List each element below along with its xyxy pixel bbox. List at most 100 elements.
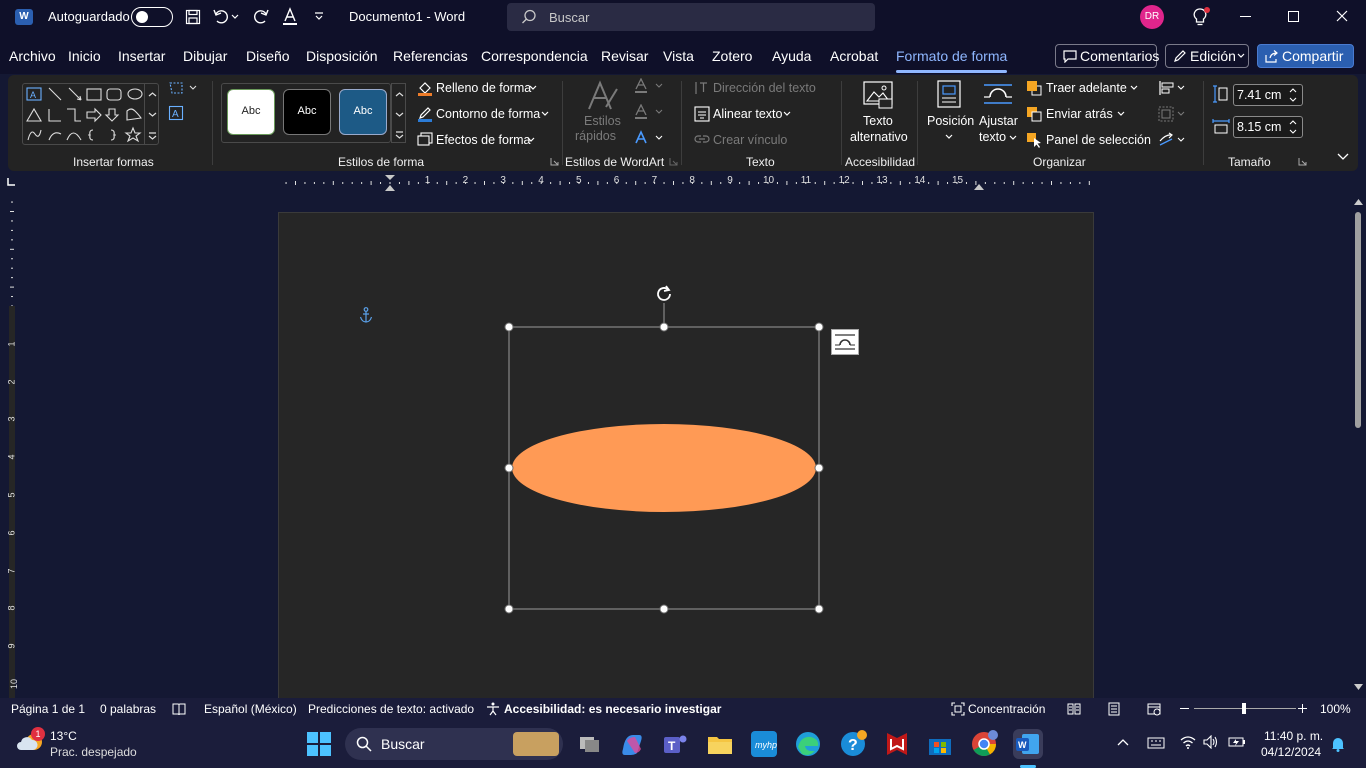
- notification-bell-icon[interactable]: [1331, 736, 1345, 752]
- tab-acrobat[interactable]: Acrobat: [830, 48, 878, 64]
- redo-icon[interactable]: [252, 8, 270, 26]
- outline-pen-icon[interactable]: [417, 106, 433, 122]
- word-count[interactable]: 0 palabras: [100, 702, 156, 716]
- task-view-icon[interactable]: [575, 729, 605, 759]
- shape-effects-icon[interactable]: [417, 132, 433, 146]
- windows-start-icon[interactable]: [307, 732, 331, 756]
- scroll-up-icon[interactable]: [1354, 199, 1363, 205]
- clock-date[interactable]: 04/12/2024: [1261, 745, 1321, 759]
- wifi-icon[interactable]: [1180, 735, 1196, 749]
- style-swatch-black[interactable]: Abc: [283, 89, 331, 135]
- collapse-ribbon-icon[interactable]: [1337, 153, 1349, 161]
- edge-icon[interactable]: [793, 729, 823, 759]
- styles-scroll[interactable]: [391, 83, 406, 143]
- bring-forward-icon[interactable]: [1026, 80, 1042, 96]
- chrome-icon[interactable]: [969, 729, 999, 759]
- rotate-icon[interactable]: [1158, 132, 1188, 148]
- comments-button[interactable]: Comentarios: [1055, 44, 1159, 68]
- file-explorer-icon[interactable]: [705, 729, 735, 759]
- tab-zotero[interactable]: Zotero: [712, 48, 752, 64]
- edit-shape-icon[interactable]: [168, 81, 198, 95]
- tray-overflow-icon[interactable]: [1117, 738, 1129, 746]
- save-icon[interactable]: [185, 9, 201, 25]
- tab-insertar[interactable]: Insertar: [118, 48, 165, 64]
- selection-pane-button[interactable]: Panel de selección: [1046, 133, 1151, 147]
- height-spinner-icon[interactable]: [1288, 85, 1298, 105]
- minimize-icon[interactable]: [1240, 16, 1251, 17]
- keyboard-icon[interactable]: [1147, 737, 1165, 749]
- mcafee-icon[interactable]: [882, 729, 912, 759]
- scroll-down-icon[interactable]: [1354, 684, 1363, 690]
- bring-forward-button[interactable]: Traer adelante: [1046, 81, 1127, 95]
- tab-correspondencia[interactable]: Correspondencia: [481, 48, 588, 64]
- search-input[interactable]: Buscar: [507, 3, 875, 31]
- tab-dibujar[interactable]: Dibujar: [183, 48, 227, 64]
- align-text-icon[interactable]: [694, 106, 710, 122]
- help-app-icon[interactable]: ?: [838, 729, 868, 759]
- share-button[interactable]: Compartir: [1257, 44, 1354, 68]
- dialog-launcher-icon[interactable]: [550, 157, 559, 166]
- alt-text-label[interactable]: alternativo: [850, 130, 908, 144]
- tab-archivo[interactable]: Archivo: [9, 48, 56, 64]
- alt-text-label[interactable]: Texto: [863, 114, 893, 128]
- language-status[interactable]: Español (México): [204, 702, 297, 716]
- dialog-launcher-icon[interactable]: [669, 157, 678, 166]
- layout-options-icon[interactable]: [831, 329, 859, 355]
- print-layout-icon[interactable]: [1107, 702, 1121, 716]
- tab-revisar[interactable]: Revisar: [601, 48, 648, 64]
- volume-icon[interactable]: [1203, 735, 1219, 749]
- anchor-icon[interactable]: [359, 307, 373, 323]
- tab-referencias[interactable]: Referencias: [393, 48, 468, 64]
- hp-app-icon[interactable]: myhp: [749, 729, 779, 759]
- shape-outline-button[interactable]: Contorno de forma: [436, 107, 540, 121]
- proofing-icon[interactable]: [172, 702, 186, 716]
- lightbulb-icon[interactable]: [1190, 7, 1210, 27]
- shape-fill-button[interactable]: Relleno de forma: [436, 81, 531, 95]
- wrap-text-icon[interactable]: [983, 81, 1013, 107]
- wrap-text-label[interactable]: texto: [979, 130, 1006, 144]
- tab-selector-icon[interactable]: [7, 178, 15, 186]
- alt-text-icon[interactable]: [863, 81, 893, 109]
- maximize-icon[interactable]: [1288, 11, 1299, 22]
- customize-toolbar-icon[interactable]: [314, 12, 324, 22]
- autosave-toggle[interactable]: [131, 7, 173, 27]
- selection-pane-icon[interactable]: [1026, 132, 1042, 148]
- dialog-launcher-icon[interactable]: [1298, 157, 1307, 166]
- taskbar-search[interactable]: Buscar: [345, 728, 563, 760]
- read-mode-icon[interactable]: [1067, 702, 1081, 716]
- weather-temperature[interactable]: 13°C: [50, 729, 77, 743]
- text-effects-icon[interactable]: [634, 130, 664, 146]
- send-backward-icon[interactable]: [1026, 106, 1042, 122]
- paint-bucket-icon[interactable]: [417, 80, 433, 96]
- send-backward-button[interactable]: Enviar atrás: [1046, 107, 1113, 121]
- vertical-scrollbar[interactable]: [1350, 194, 1366, 698]
- copilot-icon[interactable]: [617, 729, 647, 759]
- style-swatch-white[interactable]: Abc: [227, 89, 275, 135]
- document-page[interactable]: [278, 212, 1094, 698]
- selected-shape[interactable]: [504, 285, 824, 614]
- align-text-button[interactable]: Alinear texto: [713, 107, 782, 121]
- tab-ayuda[interactable]: Ayuda: [772, 48, 811, 64]
- tab-diseno[interactable]: Diseño: [246, 48, 290, 64]
- word-app-icon[interactable]: W: [15, 9, 33, 25]
- position-icon[interactable]: [937, 80, 961, 108]
- avatar[interactable]: DR: [1140, 5, 1164, 29]
- rotate-handle-icon[interactable]: [653, 283, 675, 305]
- tab-inicio[interactable]: Inicio: [68, 48, 101, 64]
- battery-icon[interactable]: [1228, 736, 1246, 748]
- wrap-text-label[interactable]: Ajustar: [979, 114, 1018, 128]
- tab-disposicion[interactable]: Disposición: [306, 48, 378, 64]
- weather-description[interactable]: Prac. despejado: [50, 745, 137, 759]
- text-box-icon[interactable]: A: [168, 105, 184, 121]
- vertical-ruler[interactable]: 1 2 3 4 5 6 7 8 9 10: [0, 194, 24, 698]
- text-predictions-status[interactable]: Predicciones de texto: activado: [308, 702, 474, 716]
- clock-time[interactable]: 11:40 p. m.: [1264, 729, 1323, 743]
- zoom-out-icon[interactable]: [1180, 708, 1189, 709]
- font-color-icon[interactable]: [281, 7, 299, 27]
- align-objects-icon[interactable]: [1158, 80, 1188, 96]
- zoom-level[interactable]: 100%: [1320, 702, 1351, 716]
- quick-styles-icon[interactable]: [586, 79, 620, 113]
- position-button[interactable]: Posición: [927, 114, 974, 128]
- teams-icon[interactable]: T: [660, 729, 690, 759]
- shapes-gallery[interactable]: A: [22, 83, 159, 145]
